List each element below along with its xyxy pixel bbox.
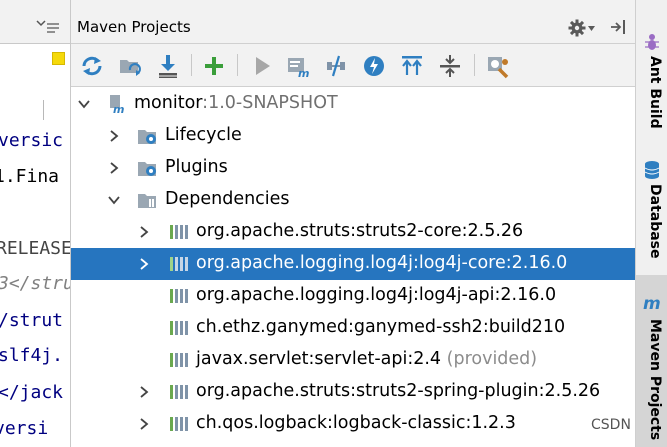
dependency-label: org.apache.struts:struts2-spring-plugin:… [196,381,601,401]
code-line: </jack [0,382,64,403]
tab-label: Database [647,184,663,259]
svg-text:m: m [643,294,661,313]
dependency-label: org.apache.logging.log4j:log4j-core:2.16… [196,253,568,273]
library-icon [170,257,188,271]
reimport-icon[interactable] [79,53,105,79]
dependency-label: javax.servlet:servlet-api:2.4 (provided) [196,349,537,369]
tree-row-dependencies[interactable]: Dependencies [71,184,635,216]
chevron-down-icon[interactable] [78,98,90,110]
chevron-right-icon[interactable] [108,130,120,142]
dependency-row[interactable]: javax.servlet:servlet-api:2.4 (provided) [71,344,635,376]
dependency-label: org.apache.logging.log4j:log4j-api:2.16.… [196,285,557,305]
lifecycle-folder-icon [138,130,156,144]
gear-icon[interactable] [568,19,586,37]
caret-down-icon[interactable] [588,25,595,32]
dependencies-folder-icon [138,194,156,208]
dependency-row[interactable]: ch.ethz.ganymed:ganymed-ssh2:build210 [71,312,635,344]
svg-text:m: m [113,103,124,114]
chevron-right-icon[interactable] [138,386,150,398]
chevron-down-icon[interactable] [108,194,120,206]
library-icon [170,225,188,239]
code-editor[interactable]: versic 1.Fina RELEASE 3</stru /strut slf… [0,0,71,447]
show-dependencies-icon[interactable] [399,53,425,79]
maven-icon: m [643,294,661,313]
library-icon [170,289,188,303]
tab-label: Ant Build [647,56,663,129]
dependency-scope: (provided) [441,349,538,369]
database-icon [644,161,660,179]
dependency-coordinates: javax.servlet:servlet-api:2.4 [196,349,442,369]
dependency-row[interactable]: org.apache.logging.log4j:log4j-api:2.16.… [71,280,635,312]
toolbar-separator [237,54,238,76]
editor-tab-strip [0,0,70,44]
code-line: 1.Fina [0,166,60,187]
tab-maven-projects[interactable]: m Maven Projects [636,275,667,447]
tree-label: Dependencies [165,189,290,209]
project-name: monitor [134,93,203,113]
maven-settings-icon[interactable] [485,53,511,79]
code-line: versi [0,418,49,439]
maven-toolbar: m [71,44,635,87]
tree-label: Lifecycle [165,125,242,145]
code-line: versic [0,130,64,151]
plugins-folder-icon [138,162,156,176]
dependency-row[interactable]: org.apache.struts:struts2-spring-plugin:… [71,376,635,408]
dependency-label: ch.ethz.ganymed:ganymed-ssh2:build210 [196,317,566,337]
project-tree[interactable]: m monitor:1.0-SNAPSHOT Lifecycle Plugins… [71,88,635,447]
add-project-icon[interactable] [201,53,227,79]
chevron-right-icon[interactable] [138,226,150,238]
indent-guide [43,100,44,120]
panel-title-bar: Maven Projects [71,0,635,44]
tab-list-icon[interactable] [47,22,59,34]
generate-sources-icon[interactable] [117,53,143,79]
warning-marker-icon[interactable] [52,52,65,65]
maven-projects-panel: Maven Projects m m monitor:1.0-SNAPSHOT … [71,0,667,447]
code-line: /strut [0,310,64,331]
svg-text:m: m [298,67,309,79]
tab-label: Maven Projects [647,319,663,441]
tree-row-plugins[interactable]: Plugins [71,152,635,184]
ant-icon [645,34,659,50]
skip-tests-icon[interactable] [361,53,387,79]
collapse-all-icon[interactable] [437,53,463,79]
tree-row-lifecycle[interactable]: Lifecycle [71,120,635,152]
project-version: :1.0-SNAPSHOT [202,93,338,113]
chevron-right-icon[interactable] [138,418,150,430]
tree-label: Plugins [165,157,228,177]
toggle-offline-icon[interactable] [323,53,349,79]
run-icon[interactable] [249,53,275,79]
tab-ant-build[interactable]: Ant Build [636,22,667,132]
chevron-right-icon[interactable] [108,162,120,174]
code-line: RELEASE [0,238,71,259]
library-icon [170,385,188,399]
tab-database[interactable]: Database [636,150,667,268]
dependency-label: org.apache.struts:struts2-core:2.5.26 [196,221,524,241]
execute-goal-icon[interactable]: m [285,53,311,79]
library-icon [170,417,188,431]
chevron-right-icon[interactable] [138,258,150,270]
library-icon [170,321,188,335]
dependency-row[interactable]: org.apache.struts:struts2-core:2.5.26 [71,216,635,248]
code-line: 3</stru [0,273,71,294]
toolbar-separator [191,54,192,76]
chevron-down-icon[interactable] [36,18,46,28]
maven-module-icon: m [110,95,124,114]
download-icon[interactable] [155,53,181,79]
dependency-label: ch.qos.logback:logback-classic:1.2.3 [196,413,516,433]
code-line: slf4j. [0,345,64,366]
tool-window-sidebar: Ant Build Database m Maven Projects [635,0,667,447]
dependency-row[interactable]: ch.qos.logback:logback-classic:1.2.3 [71,408,635,440]
hide-panel-icon[interactable] [609,18,627,36]
tree-row-root[interactable]: m monitor:1.0-SNAPSHOT [71,88,635,120]
library-icon [170,353,188,367]
toolbar-separator [474,54,475,76]
dependency-row-selected[interactable]: org.apache.logging.log4j:log4j-core:2.16… [71,248,635,280]
tree-label: monitor:1.0-SNAPSHOT [134,93,338,113]
panel-title: Maven Projects [77,18,191,36]
